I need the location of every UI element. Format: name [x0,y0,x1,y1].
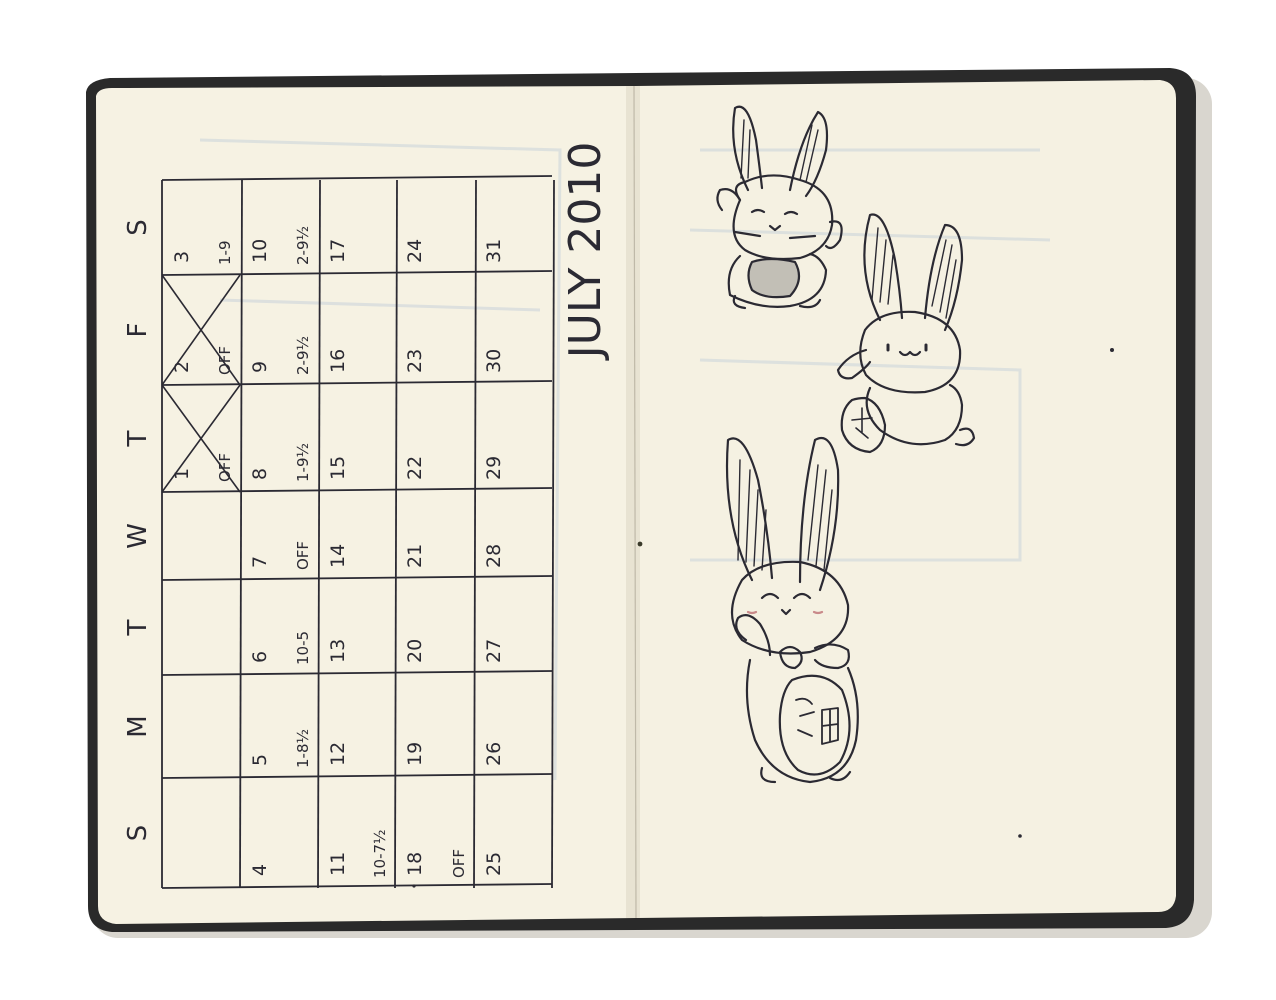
day-number: 30 [483,349,505,373]
day-number: 12 [327,742,349,766]
shift-note: OFF [450,849,468,878]
day-number: 5 [249,754,271,766]
day-number: 29 [483,456,505,480]
day-number: 31 [483,239,505,263]
day-number: 26 [483,742,505,766]
day-number: 18 [404,852,426,876]
shift-note: 1-9½ [294,443,312,482]
left-page [96,86,636,924]
day-number: 13 [327,639,349,663]
day-number: 14 [327,544,349,568]
day-number: 19 [404,742,426,766]
shift-note: 10-7½ [371,829,389,878]
shift-note: 1-9 [216,241,234,266]
day-number: 6 [249,651,271,663]
weekday-header: T [123,430,153,447]
day-number: 7 [249,556,271,568]
right-page [636,80,1176,918]
weekday-header: S [123,219,153,236]
shift-note: OFF [216,453,234,482]
day-number: 9 [249,361,271,373]
day-number: 4 [249,864,271,876]
day-number: 28 [483,544,505,568]
day-number: 17 [327,239,349,263]
day-number: 16 [327,349,349,373]
weekday-header: F [123,323,153,338]
day-number: 24 [404,239,426,263]
notebook-spread: SMTWTFS1 OFF2 OFF3 1-945 1-8½6 10-57 OFF8 1-9½9… [86,68,1212,938]
day-number: 27 [483,639,505,663]
shift-note: 1-8½ [294,729,312,768]
weekday-header: W [123,523,153,549]
day-number: 8 [249,468,271,480]
weekday-header: M [123,715,153,737]
shift-note: 2-9½ [294,226,312,265]
day-number: 10 [249,239,271,263]
month-title: JULY 2010 [560,142,611,362]
shift-note: 2-9½ [294,336,312,375]
day-number: 3 [171,251,193,263]
shift-note: OFF [294,541,312,570]
weekday-header: S [123,825,153,842]
page-gutter [626,86,640,918]
shift-note: OFF [216,346,234,375]
shift-note: 10-5 [294,631,312,665]
day-number: 22 [404,456,426,480]
day-number: 21 [404,544,426,568]
day-number: 25 [483,852,505,876]
day-number: 20 [404,639,426,663]
day-number: 15 [327,456,349,480]
day-number: 23 [404,349,426,373]
weekday-header: T [123,619,153,636]
day-number: 11 [327,852,349,876]
